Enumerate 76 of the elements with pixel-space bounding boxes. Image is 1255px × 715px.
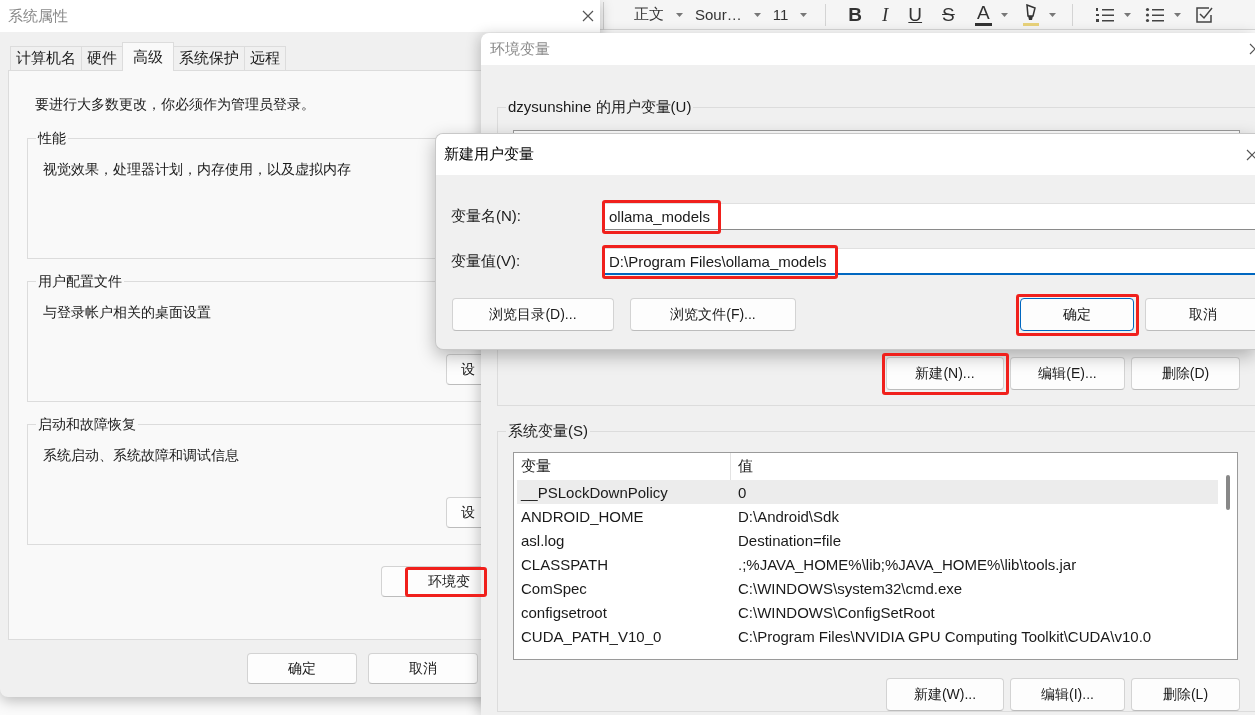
field-label: 变量名(N): (451, 207, 522, 226)
button[interactable]: 浏览文件(F)... (630, 298, 796, 331)
table-cell-text: Destination=file (737, 531, 841, 549)
caret-icon (1000, 12, 1008, 17)
text-field[interactable]: D:\Program Files\ollama_models (603, 248, 1255, 275)
button[interactable]: 删除(L) (1131, 678, 1240, 711)
table-cell-text: 0 (737, 483, 747, 501)
table-row[interactable]: CUDA_PATH_V10_0 C:\Program Files\NVIDIA GPU Computing Toolkit\CUDA\v10.0 (517, 624, 1218, 648)
font-color-button[interactable]: A (964, 1, 1012, 28)
strikethrough-button[interactable]: S (932, 1, 965, 28)
table-cell-text: ComSpec (520, 579, 588, 597)
dropdown[interactable]: 正文 (628, 1, 689, 28)
table-cell-text: ANDROID_HOME (520, 507, 645, 525)
table-cell-text: CLASSPATH (520, 555, 609, 573)
checkbox-icon (1194, 5, 1213, 24)
highlighter-icon (1021, 2, 1040, 27)
button[interactable]: 取消 (368, 653, 478, 684)
caret-icon (676, 12, 683, 17)
button[interactable]: 设 (446, 497, 481, 528)
button[interactable]: 设 (446, 354, 481, 385)
close-icon[interactable] (582, 10, 594, 22)
tab[interactable]: 计算机名 (10, 46, 82, 70)
group-title: 启动和故障恢复 (36, 415, 138, 433)
table-row[interactable]: __PSLockDownPolicy 0 (517, 480, 1218, 504)
table-row[interactable]: asl.log Destination=file (517, 528, 1218, 552)
numbered-list-icon (1094, 5, 1115, 24)
table-cell-text: __PSLockDownPolicy (519, 483, 669, 501)
table-cell-text: asl.log (520, 531, 566, 549)
column-header[interactable]: 值 (731, 457, 753, 476)
notice-text: 要进行大多数更改，你必须作为管理员登录。 (35, 95, 316, 113)
table-cell-text: .;%JAVA_HOME%\lib;%JAVA_HOME%\lib\tools.jar (737, 555, 1077, 573)
group-title: 性能 (36, 129, 68, 147)
button[interactable]: 编辑(I)... (1010, 678, 1125, 711)
tab[interactable]: 远程 (244, 46, 286, 70)
group-description: 与登录帐户相关的桌面设置 (43, 303, 212, 321)
window-title: 新建用户变量 (444, 145, 534, 164)
button[interactable]: 确定 (247, 653, 357, 684)
text-field[interactable]: ollama_models (603, 203, 1255, 230)
bold-button[interactable]: B (838, 1, 872, 28)
underline-button[interactable]: U (898, 1, 933, 28)
button[interactable]: 确定 (1020, 298, 1134, 331)
button[interactable]: 编辑(E)... (1010, 357, 1125, 390)
window-title: 环境变量 (490, 39, 550, 59)
field-label: 变量值(V): (451, 252, 522, 271)
dropdown[interactable]: 11 (766, 1, 814, 28)
button[interactable]: 新建(W)... (886, 678, 1004, 711)
table-cell-text: C:\WINDOWS\ConfigSetRoot (737, 603, 935, 621)
caret-icon (1048, 12, 1056, 17)
caret-icon (1123, 12, 1131, 17)
bullet-list-icon (1144, 5, 1165, 24)
group-title: 用户配置文件 (36, 272, 124, 290)
group-title: dzysunshine 的用户变量(U) (506, 98, 694, 116)
table-row[interactable]: ANDROID_HOME D:\Android\Sdk (517, 504, 1218, 528)
table-cell-text: C:\Program Files\NVIDIA GPU Computing Toolkit\CUDA\v10.0 (737, 627, 1152, 645)
italic-button[interactable]: I (872, 1, 899, 28)
button[interactable]: 浏览目录(D)... (452, 298, 614, 331)
caret-icon (1173, 12, 1181, 17)
window-title: 系统属性 (8, 6, 68, 26)
caret-icon (800, 12, 808, 17)
tab[interactable]: 高级 (122, 42, 174, 71)
table-cell-text: configsetroot (520, 603, 608, 621)
table-cell-text: D:\Android\Sdk (737, 507, 839, 525)
table-cell-text: CUDA_PATH_V10_0 (520, 627, 663, 645)
group-title: 系统变量(S) (506, 422, 590, 440)
button[interactable]: 新建(N)... (886, 357, 1004, 390)
table-row[interactable]: configsetroot C:\WINDOWS\ConfigSetRoot (517, 600, 1218, 624)
table-row[interactable]: ComSpec C:\WINDOWS\system32\cmd.exe (517, 576, 1218, 600)
table-cell-text: C:\WINDOWS\system32\cmd.exe (737, 579, 963, 597)
close-icon[interactable] (1246, 148, 1255, 161)
dropdown[interactable]: Sour… (689, 1, 767, 28)
button[interactable]: 取消 (1145, 298, 1255, 331)
table-row[interactable]: CLASSPATH .;%JAVA_HOME%\lib;%JAVA_HOME%\lib\tools.jar (517, 552, 1218, 576)
caret-icon (753, 12, 761, 17)
group-description: 视觉效果，处理器计划，内存使用，以及虚拟内存 (43, 160, 352, 178)
group-description: 系统启动、系统故障和调试信息 (43, 446, 240, 464)
button[interactable]: 删除(D) (1131, 357, 1240, 390)
